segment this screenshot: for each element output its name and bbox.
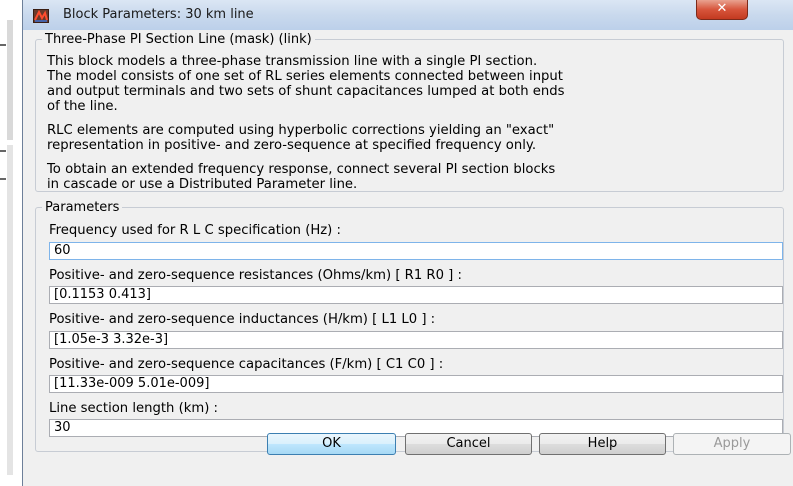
resistances-label: Positive- and zero-sequence resistances … — [49, 268, 462, 283]
inductances-label: Positive- and zero-sequence inductances … — [49, 312, 436, 327]
description-line: The model consists of one set of RL seri… — [47, 69, 563, 84]
background-mark — [0, 178, 6, 180]
title-bar[interactable]: Block Parameters: 30 km line ✕ — [23, 0, 793, 31]
description-legend: Three-Phase PI Section Line (mask) (link… — [45, 32, 312, 47]
ok-button[interactable]: OK — [267, 433, 396, 455]
help-button-label: Help — [587, 436, 618, 451]
apply-button[interactable]: Apply — [673, 433, 791, 455]
cancel-button[interactable]: Cancel — [405, 433, 532, 455]
resistances-input[interactable] — [49, 286, 783, 304]
close-icon: ✕ — [716, 1, 728, 16]
background-mark — [0, 44, 6, 46]
background-scrollbar — [7, 20, 13, 140]
window-title: Block Parameters: 30 km line — [63, 7, 254, 22]
block-parameters-dialog: Block Parameters: 30 km line ✕ Three-Pha… — [22, 0, 793, 486]
line-length-label: Line section length (km) : — [49, 401, 218, 416]
description-line: To obtain an extended frequency response… — [47, 162, 556, 177]
background-app-strip — [0, 0, 22, 486]
dialog-body: Three-Phase PI Section Line (mask) (link… — [23, 30, 793, 486]
capacitances-label: Positive- and zero-sequence capacitances… — [49, 357, 444, 372]
description-line: in cascade or use a Distributed Paramete… — [47, 177, 358, 192]
description-paragraph: RLC elements are computed using hyperbol… — [47, 123, 787, 153]
description-line: This block models a three-phase transmis… — [47, 54, 538, 69]
inductances-input[interactable] — [49, 331, 783, 349]
description-line: of the line. — [47, 99, 118, 114]
description-paragraph: To obtain an extended frequency response… — [47, 162, 787, 192]
simulink-block-icon — [33, 8, 49, 23]
cancel-button-label: Cancel — [446, 436, 491, 451]
description-line: and output terminals and two sets of shu… — [47, 84, 565, 99]
help-button[interactable]: Help — [539, 433, 666, 455]
description-paragraph: This block models a three-phase transmis… — [47, 54, 787, 114]
parameters-legend: Parameters — [45, 200, 120, 215]
description-line: representation in positive- and zero-seq… — [47, 138, 537, 153]
frequency-input[interactable] — [49, 242, 783, 260]
background-mark — [0, 150, 6, 152]
description-text: This block models a three-phase transmis… — [47, 54, 787, 201]
description-line: RLC elements are computed using hyperbol… — [47, 123, 555, 138]
capacitances-input[interactable] — [49, 375, 783, 393]
close-button[interactable]: ✕ — [696, 0, 748, 20]
background-panel — [7, 145, 13, 475]
frequency-label: Frequency used for R L C specification (… — [49, 223, 341, 238]
ok-button-label: OK — [322, 436, 341, 451]
apply-button-label: Apply — [713, 436, 751, 451]
